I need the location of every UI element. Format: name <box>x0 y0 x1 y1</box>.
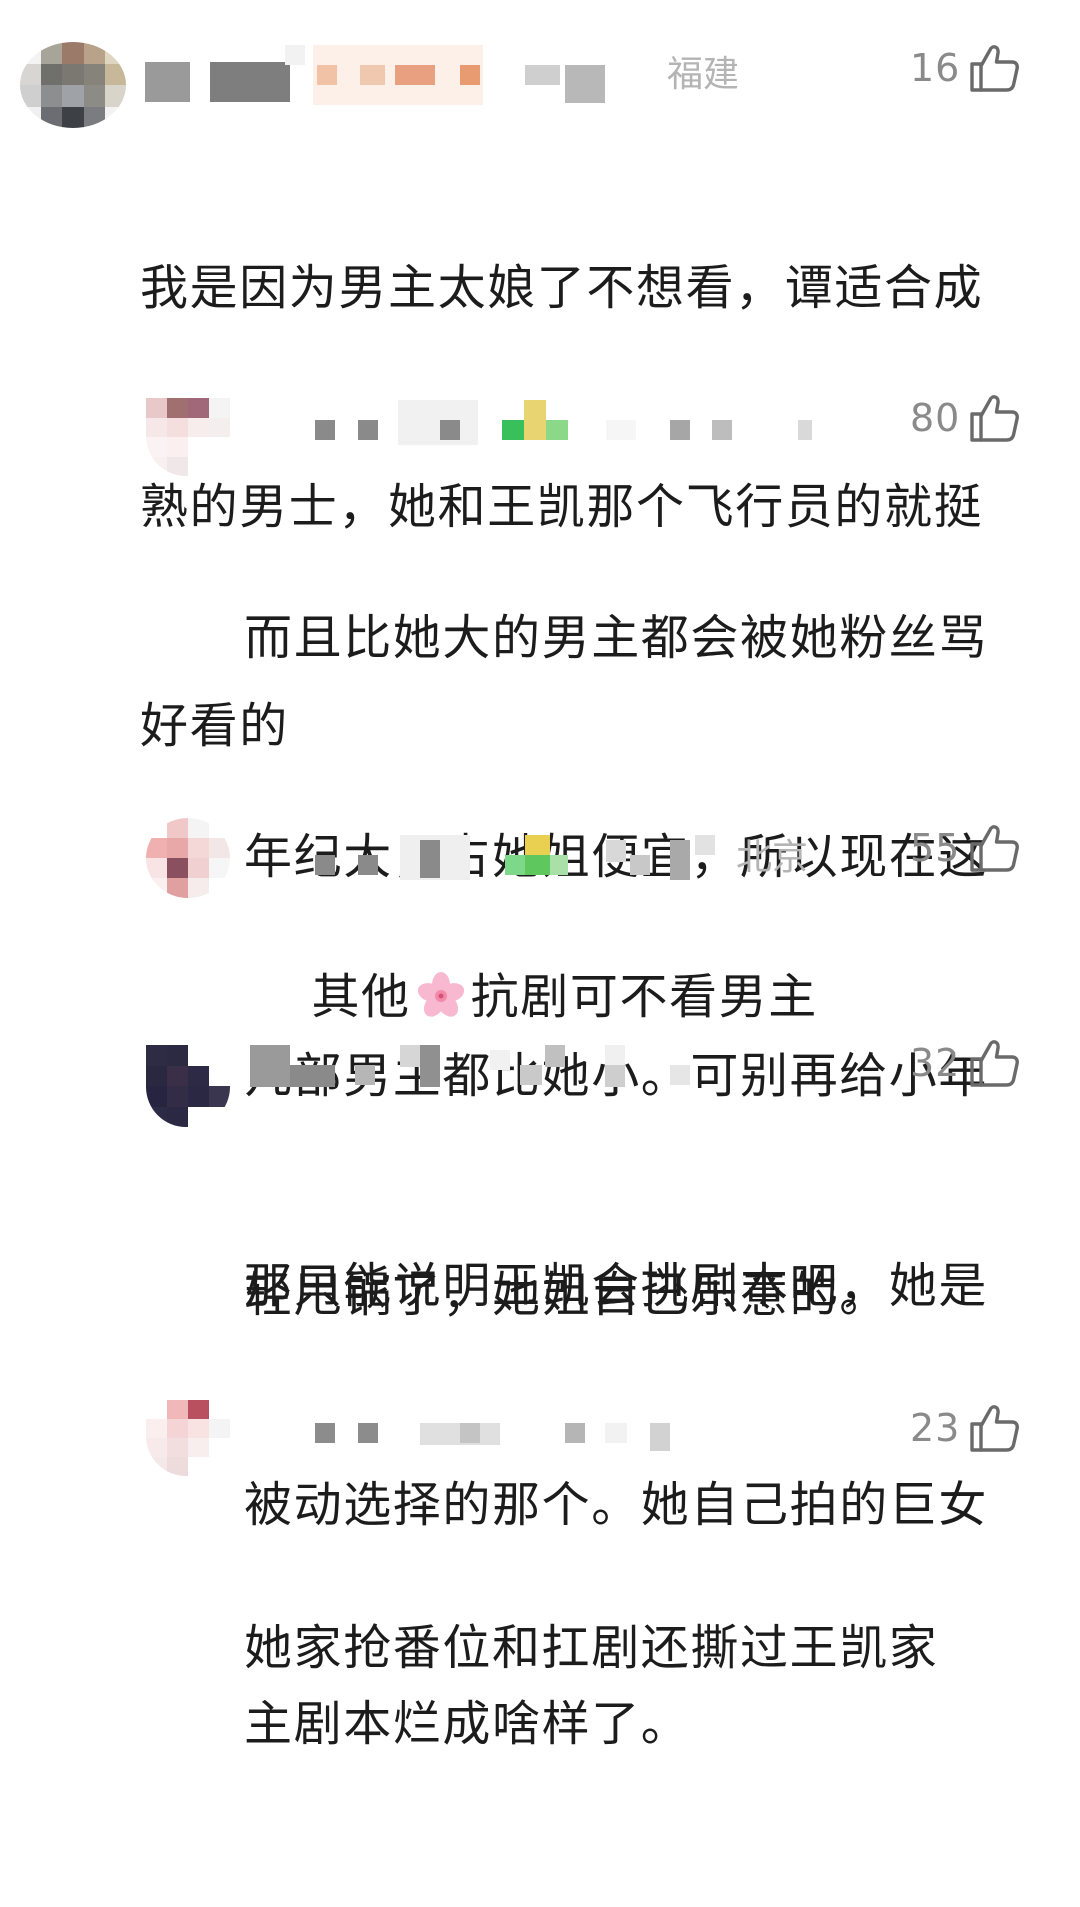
like-button[interactable]: 55 <box>910 818 1020 878</box>
location-label: 北京 <box>736 837 809 878</box>
comment-text: 她家抢番位和扛剧还撕过王凯家 <box>244 1466 1044 1831</box>
username-redacted[interactable] <box>310 1418 690 1458</box>
username-redacted[interactable] <box>145 45 615 105</box>
reply-1: 80 而且比她大的男主都会被她粉丝骂 年纪大，占她姐便宜，所以现在这 几部男主都… <box>0 380 1080 1323</box>
avatar[interactable] <box>146 398 230 476</box>
comment-line: 我是因为男主太娘了不想看，谭适合成 <box>140 260 984 316</box>
cherry-blossom-icon <box>417 972 464 1017</box>
reply-2: 北京 55 其他 抗剧可不看男主 <box>0 810 1080 1025</box>
like-count: 23 <box>910 1406 961 1450</box>
username-redacted[interactable] <box>250 1045 700 1087</box>
reply-4: 23 她家抢番位和扛剧还撕过王凯家 <box>0 1390 1080 1676</box>
avatar[interactable] <box>146 818 230 898</box>
comment-line: 她家抢番位和扛剧还撕过王凯家 <box>244 1620 939 1676</box>
like-count: 80 <box>910 396 961 440</box>
like-button[interactable]: 23 <box>910 1398 1020 1458</box>
comment-line: 而且比她大的男主都会被她粉丝骂 <box>244 610 989 666</box>
comment-text-before: 其他 <box>311 969 411 1025</box>
comment-text-after: 抗剧可不看男主 <box>470 969 818 1025</box>
avatar[interactable] <box>20 42 126 128</box>
like-button[interactable]: 16 <box>910 38 1020 98</box>
like-button[interactable]: 80 <box>910 388 1020 448</box>
like-count: 32 <box>910 1041 961 1085</box>
reply-3: 32 那只能说明王凯会挑剧本吧，她是 被动选择的那个。她自己拍的巨女 主剧本烂成… <box>0 1025 1080 1752</box>
comment-1: 福建 16 我是因为男主太娘了不想看，谭适合成 熟的男士，她和王凯那个飞行员的就… <box>0 0 1080 754</box>
username-redacted[interactable] <box>310 400 830 445</box>
avatar[interactable] <box>146 1045 230 1127</box>
like-button[interactable]: 32 <box>910 1033 1020 1093</box>
username-redacted[interactable] <box>310 835 730 880</box>
thumbs-up-icon <box>968 822 1020 874</box>
thumbs-up-icon <box>968 392 1020 444</box>
thumbs-up-icon <box>968 1402 1020 1454</box>
comment-line: 那只能说明王凯会挑剧本吧，她是 <box>244 1258 989 1314</box>
like-count: 16 <box>910 46 961 90</box>
location-label: 福建 <box>667 54 740 95</box>
thumbs-up-icon <box>968 1037 1020 1089</box>
thumbs-up-icon <box>968 42 1020 94</box>
avatar[interactable] <box>146 1400 230 1476</box>
like-count: 55 <box>910 826 961 870</box>
